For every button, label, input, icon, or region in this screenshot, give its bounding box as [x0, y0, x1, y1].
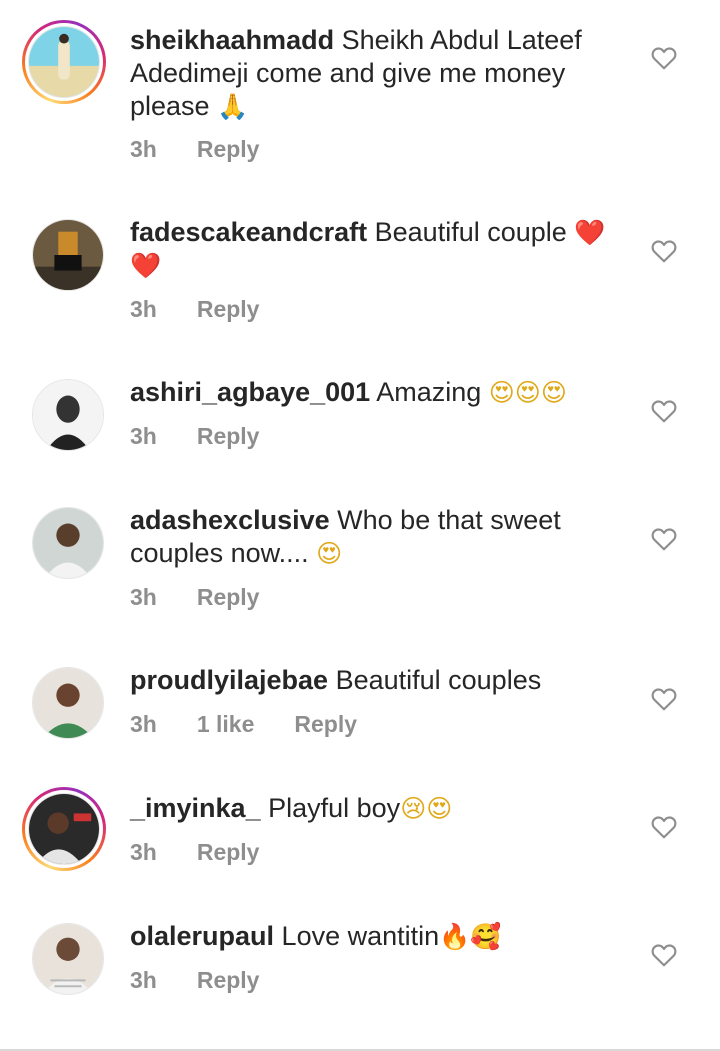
- comment-username[interactable]: olalerupaul: [130, 921, 274, 951]
- heart-outline-icon: [651, 816, 677, 839]
- avatar[interactable]: [32, 667, 104, 739]
- like-button[interactable]: [651, 527, 677, 551]
- comment-body: Beautiful couples: [335, 665, 542, 695]
- comment-text: proudlyilajebae Beautiful couples: [130, 664, 630, 697]
- comment-meta: 3h Reply: [130, 296, 259, 323]
- avatar[interactable]: [32, 219, 104, 291]
- comment-time: 3h: [130, 711, 157, 737]
- comment-meta: 3h Reply: [130, 584, 259, 611]
- comment-time: 3h: [130, 967, 157, 993]
- comment-meta: 3h Reply: [130, 839, 259, 866]
- avatar-image: [32, 667, 104, 739]
- comment-time: 3h: [130, 584, 157, 610]
- comment-text: fadescakeandcraft Beautiful couple ❤️ ❤️: [130, 216, 630, 282]
- comment-emoji: 😢😍: [400, 794, 453, 823]
- avatar-image: [32, 219, 104, 291]
- comment-username[interactable]: sheikhaahmadd: [130, 25, 334, 55]
- avatar[interactable]: [32, 923, 104, 995]
- comment-time: 3h: [130, 296, 157, 322]
- comment-text: adashexclusive Who be that sweet couples…: [130, 504, 630, 570]
- heart-outline-icon: [651, 944, 677, 967]
- comment-body: Love wantitin: [281, 921, 440, 951]
- heart-outline-icon: [651, 528, 677, 551]
- like-button[interactable]: [651, 399, 677, 423]
- reply-button[interactable]: Reply: [294, 711, 357, 738]
- like-button[interactable]: [651, 46, 677, 70]
- avatar-image: [32, 507, 104, 579]
- comment-username[interactable]: proudlyilajebae: [130, 665, 328, 695]
- comment-body: Playful boy: [268, 793, 401, 823]
- reply-button[interactable]: Reply: [197, 296, 260, 323]
- avatar: [28, 793, 100, 865]
- like-button[interactable]: [651, 943, 677, 967]
- comment-text: sheikhaahmadd Sheikh Abdul Lateef Adedim…: [130, 24, 630, 123]
- avatar-image: [32, 379, 104, 451]
- comment-emoji: 🙏: [217, 92, 249, 121]
- heart-outline-icon: [651, 47, 677, 70]
- likes-count[interactable]: 1 like: [197, 711, 255, 738]
- avatar-image: [32, 923, 104, 995]
- heart-outline-icon: [651, 688, 677, 711]
- comment-emoji: 😍: [316, 539, 343, 568]
- comment-time: 3h: [130, 423, 157, 449]
- comment-body: Beautiful couple: [374, 217, 567, 247]
- avatar: [28, 26, 100, 98]
- comment-text: ashiri_agbaye_001 Amazing 😍😍😍: [130, 376, 630, 409]
- comment-time: 3h: [130, 839, 157, 865]
- comment-time: 3h: [130, 136, 157, 162]
- comment-meta: 3h Reply: [130, 136, 259, 163]
- comment-meta: 3h 1 like Reply: [130, 711, 357, 738]
- comment-username[interactable]: _imyinka_: [130, 793, 261, 823]
- comment-meta: 3h Reply: [130, 967, 259, 994]
- like-button[interactable]: [651, 687, 677, 711]
- reply-button[interactable]: Reply: [197, 967, 260, 994]
- heart-outline-icon: [651, 400, 677, 423]
- comment-username[interactable]: fadescakeandcraft: [130, 217, 367, 247]
- reply-button[interactable]: Reply: [197, 136, 260, 163]
- comment-emoji: 🔥🥰: [439, 922, 502, 951]
- comment-text: _imyinka_ Playful boy😢😍: [130, 792, 630, 825]
- comment-username[interactable]: ashiri_agbaye_001: [130, 377, 370, 407]
- avatar-story-ring[interactable]: [22, 787, 106, 871]
- comment-meta: 3h Reply: [130, 423, 259, 450]
- comment-emoji: 😍😍😍: [488, 378, 567, 407]
- avatar[interactable]: [32, 507, 104, 579]
- avatar[interactable]: [32, 379, 104, 451]
- reply-button[interactable]: Reply: [197, 584, 260, 611]
- reply-button[interactable]: Reply: [197, 839, 260, 866]
- avatar-story-ring[interactable]: [22, 20, 106, 104]
- comment-body: Amazing: [376, 377, 482, 407]
- reply-button[interactable]: Reply: [197, 423, 260, 450]
- comment-username[interactable]: adashexclusive: [130, 505, 330, 535]
- heart-outline-icon: [651, 240, 677, 263]
- comment-text: olalerupaul Love wantitin🔥🥰: [130, 920, 630, 953]
- like-button[interactable]: [651, 239, 677, 263]
- like-button[interactable]: [651, 815, 677, 839]
